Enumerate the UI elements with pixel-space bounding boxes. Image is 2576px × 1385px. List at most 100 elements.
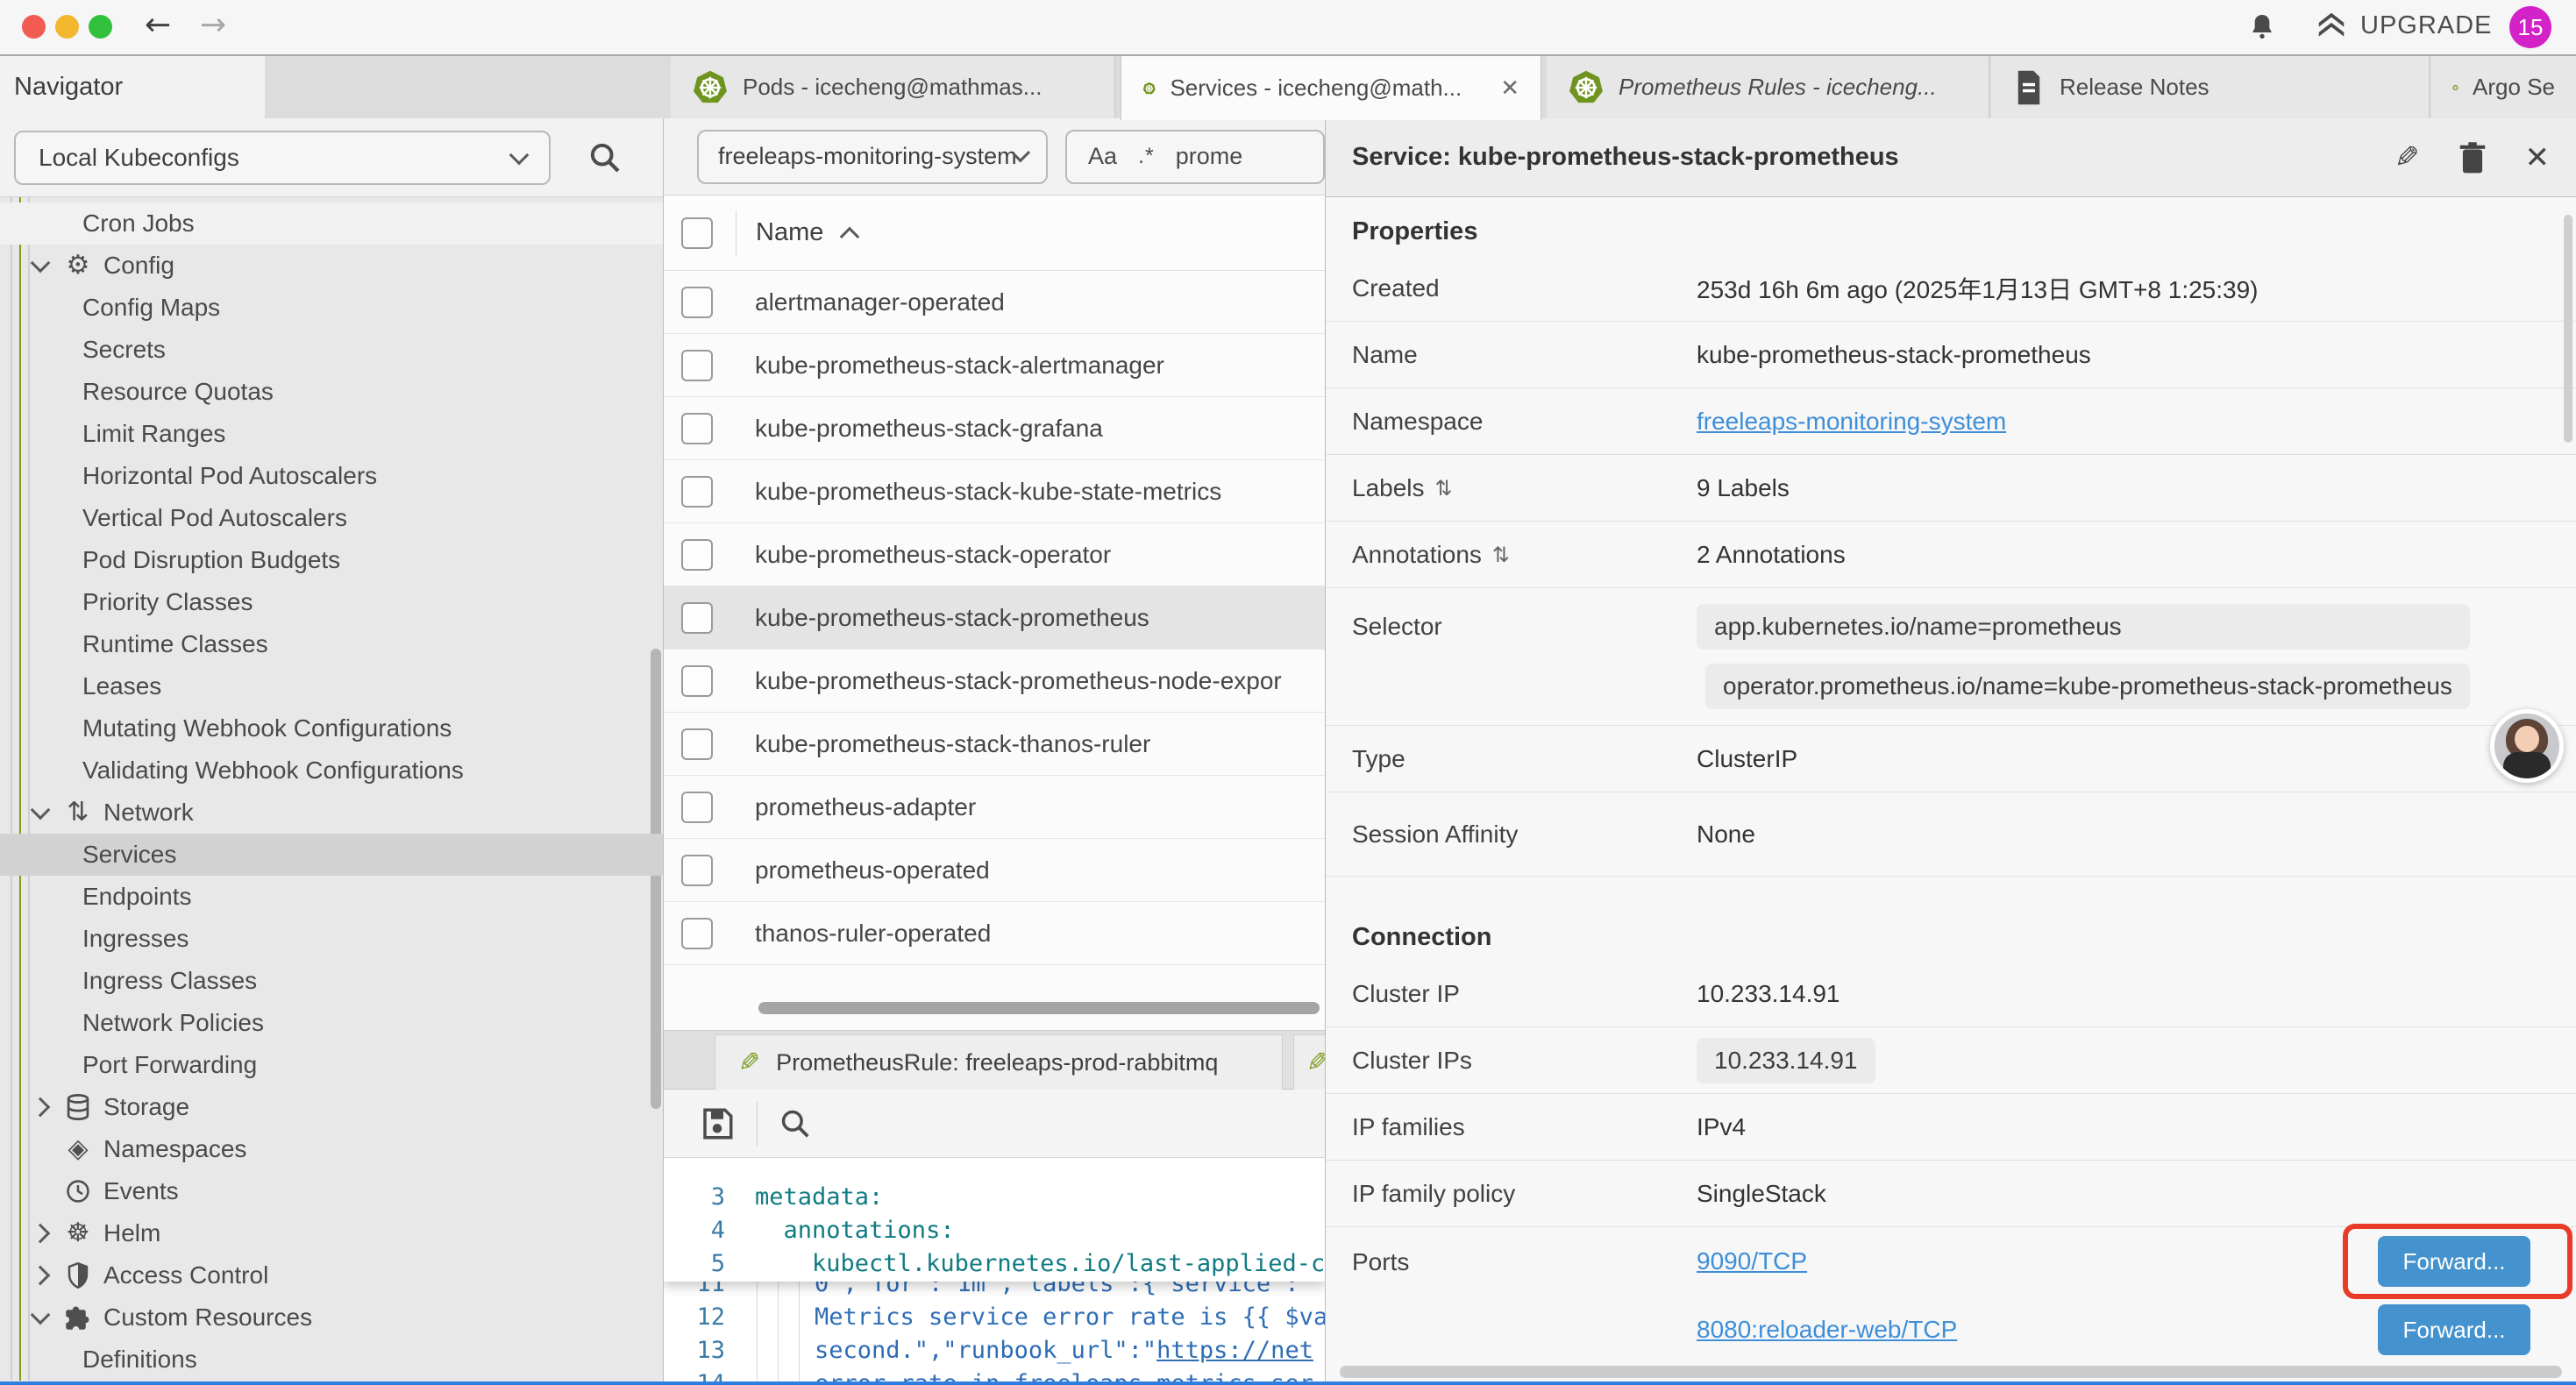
sort-ascending-icon[interactable] — [840, 226, 860, 246]
kubeconfig-selector[interactable]: Local Kubeconfigs — [14, 131, 551, 185]
sidebar-item-runtime-classes[interactable]: Runtime Classes — [0, 623, 663, 665]
table-row[interactable]: kube-prometheus-stack-thanos-ruler — [664, 713, 1325, 776]
port-9090-link[interactable]: 9090/TCP — [1697, 1247, 1807, 1275]
editor-tab-partial[interactable]: ✎ — [1293, 1034, 1326, 1090]
port-8080-link[interactable]: 8080:reloader-web/TCP — [1697, 1316, 1957, 1344]
table-row[interactable]: alertmanager-operated — [664, 271, 1325, 334]
sidebar-item-network-policies[interactable]: Network Policies — [0, 1002, 663, 1044]
window-close-button[interactable] — [22, 15, 46, 39]
sidebar-item-cron-jobs[interactable]: Cron Jobs — [0, 202, 663, 245]
notification-count-badge[interactable]: 15 — [2509, 6, 2551, 48]
expand-collapse-icon[interactable]: ⇅ — [1435, 476, 1453, 501]
namespace-link[interactable]: freeleaps-monitoring-system — [1697, 408, 2006, 436]
navigator-panel-tab[interactable]: Navigator — [0, 56, 265, 118]
table-row[interactable]: kube-prometheus-stack-alertmanager — [664, 334, 1325, 397]
chevron-down-icon[interactable] — [33, 261, 60, 270]
sidebar-group-access-control[interactable]: Access Control — [0, 1254, 663, 1296]
window-minimize-button[interactable] — [55, 15, 79, 39]
table-row[interactable]: prometheus-adapter — [664, 776, 1325, 839]
sidebar-group-config[interactable]: ⚙ Config — [0, 245, 663, 287]
sidebar-item-horizontal-pod-autoscalers[interactable]: Horizontal Pod Autoscalers — [0, 455, 663, 497]
window-zoom-button[interactable] — [89, 15, 112, 39]
user-avatar[interactable] — [2490, 709, 2564, 783]
expand-collapse-icon[interactable]: ⇅ — [1492, 543, 1510, 567]
editor-line: 13 second.","runbook_url":"https://net — [664, 1333, 1326, 1367]
delete-trash-icon[interactable] — [2459, 141, 2487, 174]
row-checkbox[interactable] — [681, 855, 713, 886]
row-checkbox[interactable] — [681, 413, 713, 444]
namespace-selector[interactable]: freeleaps-monitoring-system — [697, 130, 1048, 184]
chevron-down-icon[interactable] — [33, 1313, 60, 1322]
sidebar-item-services[interactable]: Services — [0, 834, 663, 876]
tab-close-icon[interactable]: ✕ — [1500, 75, 1519, 102]
save-icon[interactable] — [699, 1105, 736, 1142]
tab-argo[interactable]: Argo Se — [2431, 56, 2576, 118]
edit-pencil-icon[interactable]: ✎ — [2395, 140, 2420, 175]
sidebar-item-ingress-classes[interactable]: Ingress Classes — [0, 960, 663, 1002]
table-row[interactable]: kube-prometheus-stack-grafana — [664, 397, 1325, 460]
table-row[interactable]: kube-prometheus-stack-operator — [664, 523, 1325, 586]
forward-button[interactable]: Forward... — [2378, 1304, 2530, 1355]
back-arrow-icon[interactable]: ← — [145, 7, 171, 43]
search-input[interactable]: Aa .* prome — [1065, 130, 1325, 184]
sidebar-item-port-forwarding[interactable]: Port Forwarding — [0, 1044, 663, 1086]
tab-prometheus-rules[interactable]: Prometheus Rules - icecheng... — [1547, 56, 1989, 118]
upgrade-button[interactable]: UPGRADE — [2315, 9, 2492, 42]
sidebar-item-pod-disruption-budgets[interactable]: Pod Disruption Budgets — [0, 539, 663, 581]
table-row-selected[interactable]: kube-prometheus-stack-prometheus — [664, 586, 1325, 650]
detail-horizontal-scrollbar[interactable] — [1340, 1366, 2562, 1378]
sidebar-group-custom-resources[interactable]: Custom Resources — [0, 1296, 663, 1339]
sidebar-item-endpoints[interactable]: Endpoints — [0, 876, 663, 918]
row-checkbox[interactable] — [681, 350, 713, 381]
editor-search-icon[interactable] — [779, 1107, 812, 1140]
detail-vertical-scrollbar[interactable] — [2564, 215, 2572, 443]
sidebar-group-storage[interactable]: Storage — [0, 1086, 663, 1128]
chevron-right-icon[interactable] — [33, 1268, 60, 1282]
row-checkbox[interactable] — [681, 728, 713, 760]
tab-services[interactable]: Services - icecheng@math... ✕ — [1121, 56, 1541, 120]
sidebar-group-network[interactable]: ⇅ Network — [0, 792, 663, 834]
table-row[interactable]: kube-prometheus-stack-kube-state-metrics — [664, 460, 1325, 523]
chevron-right-icon[interactable] — [33, 1226, 60, 1240]
row-checkbox[interactable] — [681, 602, 713, 634]
sidebar-item-validating-webhook-configurations[interactable]: Validating Webhook Configurations — [0, 749, 663, 792]
horizontal-scrollbar[interactable] — [758, 1002, 1320, 1014]
sidebar-item-mutating-webhook-configurations[interactable]: Mutating Webhook Configurations — [0, 707, 663, 749]
sidebar-item-events[interactable]: Events — [0, 1170, 663, 1212]
sidebar-item-config-maps[interactable]: Config Maps — [0, 287, 663, 329]
window-bottom-accent — [0, 1381, 2576, 1385]
row-checkbox[interactable] — [681, 665, 713, 697]
row-checkbox[interactable] — [681, 918, 713, 949]
search-icon[interactable] — [587, 140, 623, 175]
table-row[interactable]: kube-prometheus-stack-prometheus-node-ex… — [664, 650, 1325, 713]
table-row[interactable]: prometheus-operated — [664, 839, 1325, 902]
sidebar-item-vertical-pod-autoscalers[interactable]: Vertical Pod Autoscalers — [0, 497, 663, 539]
match-case-icon[interactable]: Aa — [1088, 143, 1117, 170]
chevron-right-icon[interactable] — [33, 1100, 60, 1114]
chevron-down-icon[interactable] — [33, 808, 60, 817]
sidebar-item-priority-classes[interactable]: Priority Classes — [0, 581, 663, 623]
tab-release-notes[interactable]: Release Notes — [1991, 56, 2430, 118]
notifications-bell-icon[interactable] — [2245, 11, 2280, 46]
sidebar-item-leases[interactable]: Leases — [0, 665, 663, 707]
select-all-checkbox[interactable] — [681, 217, 713, 249]
sidebar-item-definitions[interactable]: Definitions — [0, 1339, 663, 1381]
sidebar-item-limit-ranges[interactable]: Limit Ranges — [0, 413, 663, 455]
name-column-header[interactable]: Name — [756, 218, 823, 247]
row-checkbox[interactable] — [681, 792, 713, 823]
close-icon[interactable]: ✕ — [2525, 140, 2551, 175]
table-row[interactable]: thanos-ruler-operated — [664, 902, 1325, 965]
runbook-url-link[interactable]: https://net — [1156, 1337, 1313, 1364]
sidebar-item-ingresses[interactable]: Ingresses — [0, 918, 663, 960]
sidebar-item-resource-quotas[interactable]: Resource Quotas — [0, 371, 663, 413]
regex-icon[interactable]: .* — [1138, 144, 1155, 169]
row-checkbox[interactable] — [681, 287, 713, 318]
row-checkbox[interactable] — [681, 476, 713, 508]
sidebar-item-namespaces[interactable]: ◈ Namespaces — [0, 1128, 663, 1170]
tab-pods[interactable]: Pods - icecheng@mathmas... — [671, 56, 1115, 118]
yaml-editor[interactable]: 11 0","for":"1m","labels":{"service":" 1… — [664, 1159, 1326, 1381]
row-checkbox[interactable] — [681, 539, 713, 571]
sidebar-item-secrets[interactable]: Secrets — [0, 329, 663, 371]
editor-tab-prometheusrule[interactable]: ✎ PrometheusRule: freeleaps-prod-rabbitm… — [715, 1034, 1283, 1090]
sidebar-group-helm[interactable]: ☸ Helm — [0, 1212, 663, 1254]
